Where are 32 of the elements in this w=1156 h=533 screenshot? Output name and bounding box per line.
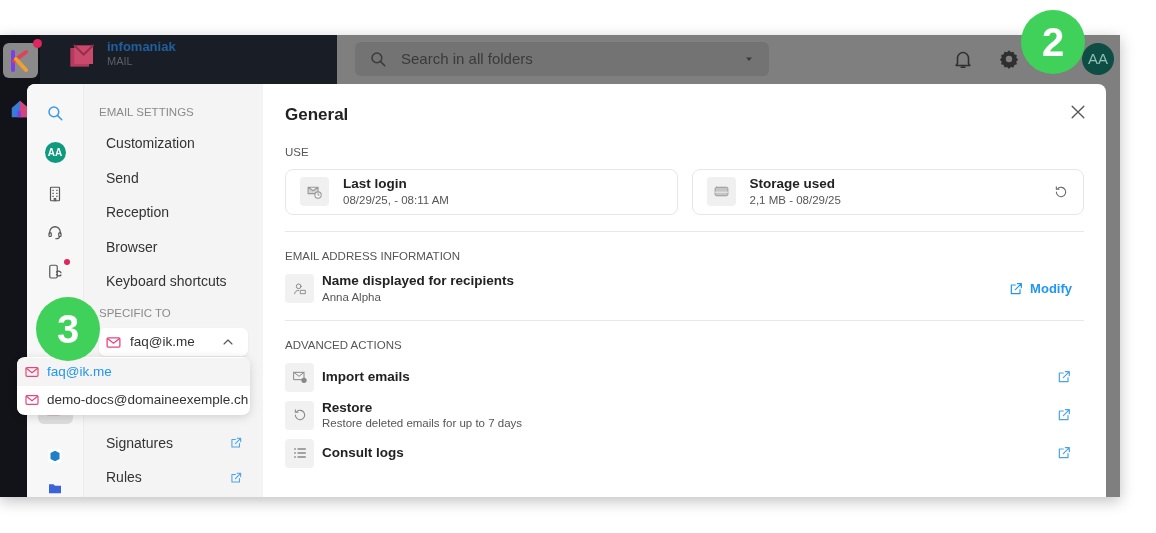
section-heading: EMAIL SETTINGS: [99, 105, 195, 120]
settings-menu-item[interactable]: Signatures: [106, 432, 229, 454]
section-heading: EMAIL ADDRESS INFORMATION: [285, 248, 462, 264]
product-name: MAIL: [107, 55, 134, 69]
panel-title: General: [285, 104, 349, 126]
user-avatar[interactable]: AA: [1082, 43, 1114, 75]
card-title: Storage used: [749, 176, 837, 193]
account-avatar[interactable]: AA: [44, 142, 66, 163]
settings-menu-item[interactable]: Customization: [99, 126, 248, 161]
search-placeholder: Search in all folders: [401, 48, 534, 69]
row-subtitle: Restore deleted emails for up to 7 days: [322, 416, 524, 431]
settings-menu-item[interactable]: Rules: [106, 467, 229, 489]
settings-menu-item[interactable]: Keyboard shortcuts: [99, 264, 248, 299]
row-title: Name displayed for recipients: [322, 273, 516, 290]
account-select[interactable]: faq@ik.me: [99, 328, 248, 356]
account-option[interactable]: demo-docs@domaineexemple.ch: [17, 386, 250, 414]
row-title: Restore: [322, 399, 374, 417]
selected-account: faq@ik.me: [130, 332, 196, 351]
row-title: Consult logs: [322, 444, 405, 462]
settings-menu-item[interactable]: Browser: [99, 229, 248, 265]
section-heading: SPECIFIC TO: [99, 305, 172, 321]
row-title: Import emails: [322, 368, 411, 386]
card-title: Last login: [343, 176, 408, 193]
brand-name: infomaniak: [107, 39, 176, 56]
settings-menu-item[interactable]: Reception: [99, 195, 248, 230]
section-heading: ADVANCED ACTIONS: [285, 338, 403, 354]
settings-menu-item[interactable]: Send: [99, 160, 248, 196]
step-badge: 2: [1021, 10, 1085, 74]
row-subtitle: Anna Alpha: [322, 289, 382, 305]
section-heading: USE: [285, 144, 310, 160]
card-subtitle: 08/29/25, - 08:11 AM: [343, 193, 450, 208]
card-subtitle: 2,1 MB - 08/29/25: [749, 193, 842, 208]
